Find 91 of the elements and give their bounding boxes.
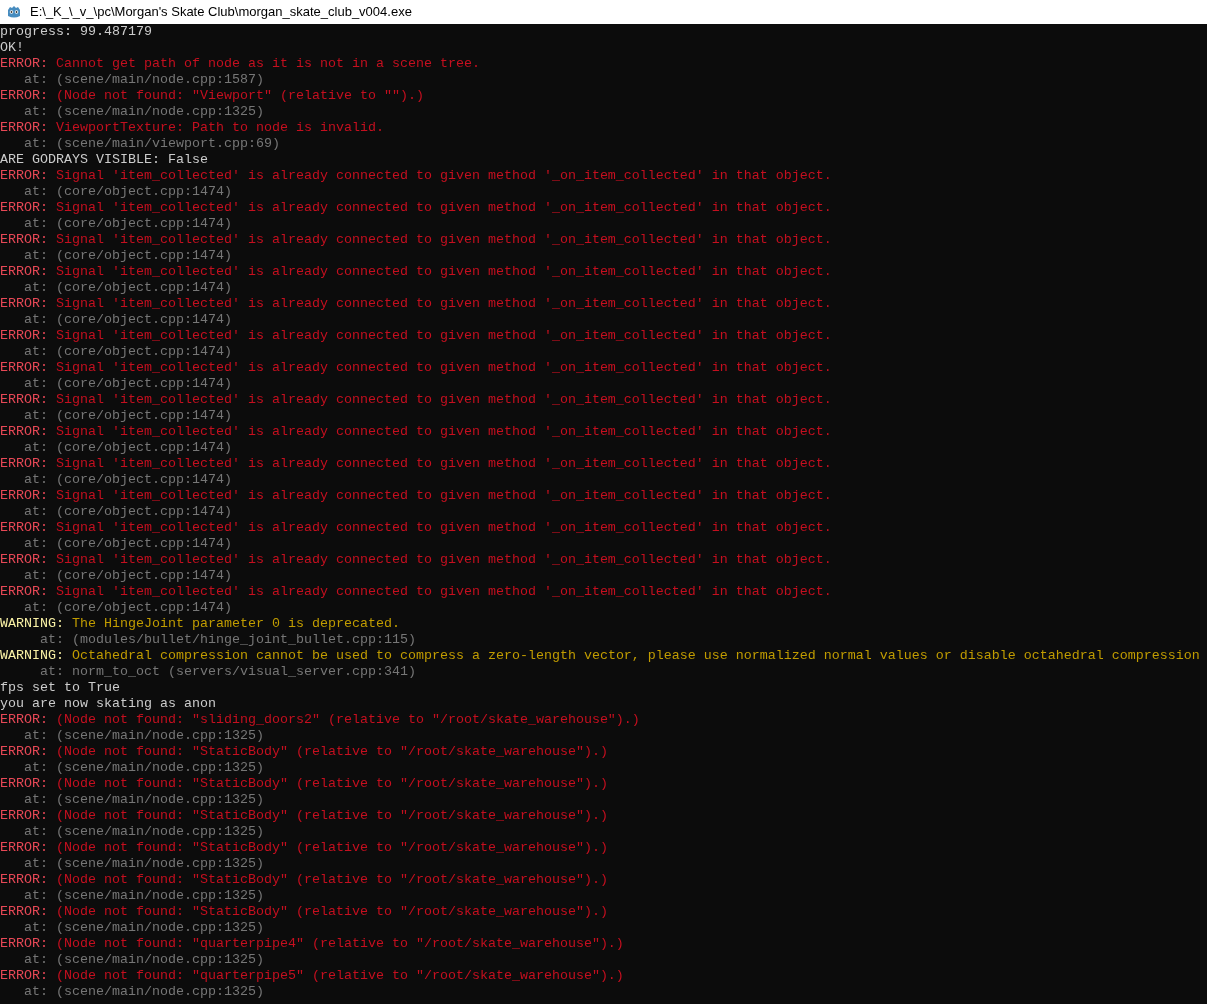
trace-line: at: (scene/main/node.cpp:1325) (24, 856, 264, 871)
error-label: ERROR: (0, 872, 48, 888)
error-label: ERROR: (0, 904, 48, 920)
warning-message: The HingeJoint parameter 0 is deprecated. (72, 616, 400, 632)
error-label: ERROR: (0, 936, 48, 952)
error-label: ERROR: (0, 328, 48, 344)
trace-line: at: (modules/bullet/hinge_joint_bullet.cpp:115) (40, 632, 416, 647)
error-message: Signal 'item_collected' is already connected to given method '_on_item_collected' in that object. (56, 520, 832, 536)
error-message: (Node not found: "StaticBody" (relative to "/root/skate_warehouse").) (56, 776, 608, 792)
error-message: Signal 'item_collected' is already connected to given method '_on_item_collected' in that object. (56, 200, 832, 216)
trace-line: at: norm_to_oct (servers/visual_server.cpp:341) (40, 664, 416, 679)
trace-line: at: (scene/main/node.cpp:1325) (24, 952, 264, 967)
trace-line: at: (core/object.cpp:1474) (24, 472, 232, 487)
trace-line: at: (scene/main/node.cpp:1325) (24, 104, 264, 119)
error-message: Signal 'item_collected' is already connected to given method '_on_item_collected' in that object. (56, 424, 832, 440)
robot-icon (6, 4, 22, 20)
trace-line: at: (scene/main/node.cpp:1325) (24, 984, 264, 999)
warning-label: WARNING: (0, 616, 64, 632)
trace-line: at: (scene/main/node.cpp:1325) (24, 920, 264, 935)
trace-line: at: (scene/main/node.cpp:1325) (24, 888, 264, 903)
error-message: Signal 'item_collected' is already connected to given method '_on_item_collected' in that object. (56, 456, 832, 472)
error-message: (Node not found: "quarterpipe5" (relative to "/root/skate_warehouse").) (56, 968, 624, 984)
trace-line: at: (core/object.cpp:1474) (24, 312, 232, 327)
trace-line: at: (core/object.cpp:1474) (24, 344, 232, 359)
error-message: (Node not found: "StaticBody" (relative to "/root/skate_warehouse").) (56, 840, 608, 856)
error-label: ERROR: (0, 840, 48, 856)
error-message: Cannot get path of node as it is not in a scene tree. (56, 56, 480, 72)
error-label: ERROR: (0, 520, 48, 536)
console-line: fps set to True (0, 680, 120, 695)
trace-line: at: (core/object.cpp:1474) (24, 216, 232, 231)
error-label: ERROR: (0, 808, 48, 824)
trace-line: at: (scene/main/node.cpp:1325) (24, 728, 264, 743)
trace-line: at: (scene/main/node.cpp:1587) (24, 72, 264, 87)
error-label: ERROR: (0, 744, 48, 760)
console-line: you are now skating as anon (0, 696, 216, 711)
console-line: ARE GODRAYS VISIBLE: False (0, 152, 208, 167)
error-message: (Node not found: "quarterpipe4" (relative to "/root/skate_warehouse").) (56, 936, 624, 952)
error-label: ERROR: (0, 88, 48, 104)
error-label: ERROR: (0, 56, 48, 72)
error-message: Signal 'item_collected' is already connected to given method '_on_item_collected' in that object. (56, 488, 832, 504)
error-label: ERROR: (0, 264, 48, 280)
trace-line: at: (scene/main/viewport.cpp:69) (24, 136, 280, 151)
trace-line: at: (core/object.cpp:1474) (24, 248, 232, 263)
trace-line: at: (core/object.cpp:1474) (24, 536, 232, 551)
error-message: (Node not found: "sliding_doors2" (relative to "/root/skate_warehouse").) (56, 712, 640, 728)
error-label: ERROR: (0, 424, 48, 440)
error-label: ERROR: (0, 584, 48, 600)
error-label: ERROR: (0, 200, 48, 216)
trace-line: at: (scene/main/node.cpp:1325) (24, 792, 264, 807)
error-message: Signal 'item_collected' is already connected to given method '_on_item_collected' in that object. (56, 360, 832, 376)
error-label: ERROR: (0, 232, 48, 248)
error-label: ERROR: (0, 776, 48, 792)
trace-line: at: (core/object.cpp:1474) (24, 440, 232, 455)
error-message: Signal 'item_collected' is already connected to given method '_on_item_collected' in that object. (56, 232, 832, 248)
error-message: Signal 'item_collected' is already connected to given method '_on_item_collected' in that object. (56, 552, 832, 568)
error-label: ERROR: (0, 552, 48, 568)
trace-line: at: (scene/main/node.cpp:1325) (24, 824, 264, 839)
error-message: (Node not found: "StaticBody" (relative to "/root/skate_warehouse").) (56, 744, 608, 760)
error-label: ERROR: (0, 488, 48, 504)
error-label: ERROR: (0, 360, 48, 376)
error-message: (Node not found: "Viewport" (relative to "").) (56, 88, 424, 104)
error-label: ERROR: (0, 712, 48, 728)
warning-label: WARNING: (0, 648, 64, 664)
trace-line: at: (core/object.cpp:1474) (24, 568, 232, 583)
error-message: Signal 'item_collected' is already connected to given method '_on_item_collected' in that object. (56, 296, 832, 312)
error-message: Signal 'item_collected' is already connected to given method '_on_item_collected' in that object. (56, 584, 832, 600)
warning-message: Octahedral compression cannot be used to compress a zero-length vector, please use normalized normal values or disable octahedral compression (72, 648, 1200, 664)
trace-line: at: (core/object.cpp:1474) (24, 408, 232, 423)
trace-line: at: (core/object.cpp:1474) (24, 280, 232, 295)
error-label: ERROR: (0, 296, 48, 312)
window-title: E:\_K_\_v_\pc\Morgan's Skate Club\morgan_skate_club_v004.exe (30, 3, 412, 22)
trace-line: at: (core/object.cpp:1474) (24, 600, 232, 615)
error-message: Signal 'item_collected' is already connected to given method '_on_item_collected' in that object. (56, 328, 832, 344)
console-line: OK! (0, 40, 24, 55)
error-message: (Node not found: "StaticBody" (relative to "/root/skate_warehouse").) (56, 808, 608, 824)
error-label: ERROR: (0, 168, 48, 184)
error-label: ERROR: (0, 968, 48, 984)
trace-line: at: (core/object.cpp:1474) (24, 376, 232, 391)
error-message: Signal 'item_collected' is already connected to given method '_on_item_collected' in that object. (56, 264, 832, 280)
error-message: Signal 'item_collected' is already connected to given method '_on_item_collected' in that object. (56, 168, 832, 184)
error-label: ERROR: (0, 120, 48, 136)
error-message: (Node not found: "StaticBody" (relative to "/root/skate_warehouse").) (56, 872, 608, 888)
console-line: progress: 99.487179 (0, 24, 152, 39)
error-label: ERROR: (0, 456, 48, 472)
trace-line: at: (scene/main/node.cpp:1325) (24, 760, 264, 775)
error-label: ERROR: (0, 392, 48, 408)
error-message: (Node not found: "StaticBody" (relative to "/root/skate_warehouse").) (56, 904, 608, 920)
trace-line: at: (core/object.cpp:1474) (24, 504, 232, 519)
error-message: ViewportTexture: Path to node is invalid. (56, 120, 384, 136)
error-message: Signal 'item_collected' is already connected to given method '_on_item_collected' in that object. (56, 392, 832, 408)
trace-line: at: (core/object.cpp:1474) (24, 184, 232, 199)
